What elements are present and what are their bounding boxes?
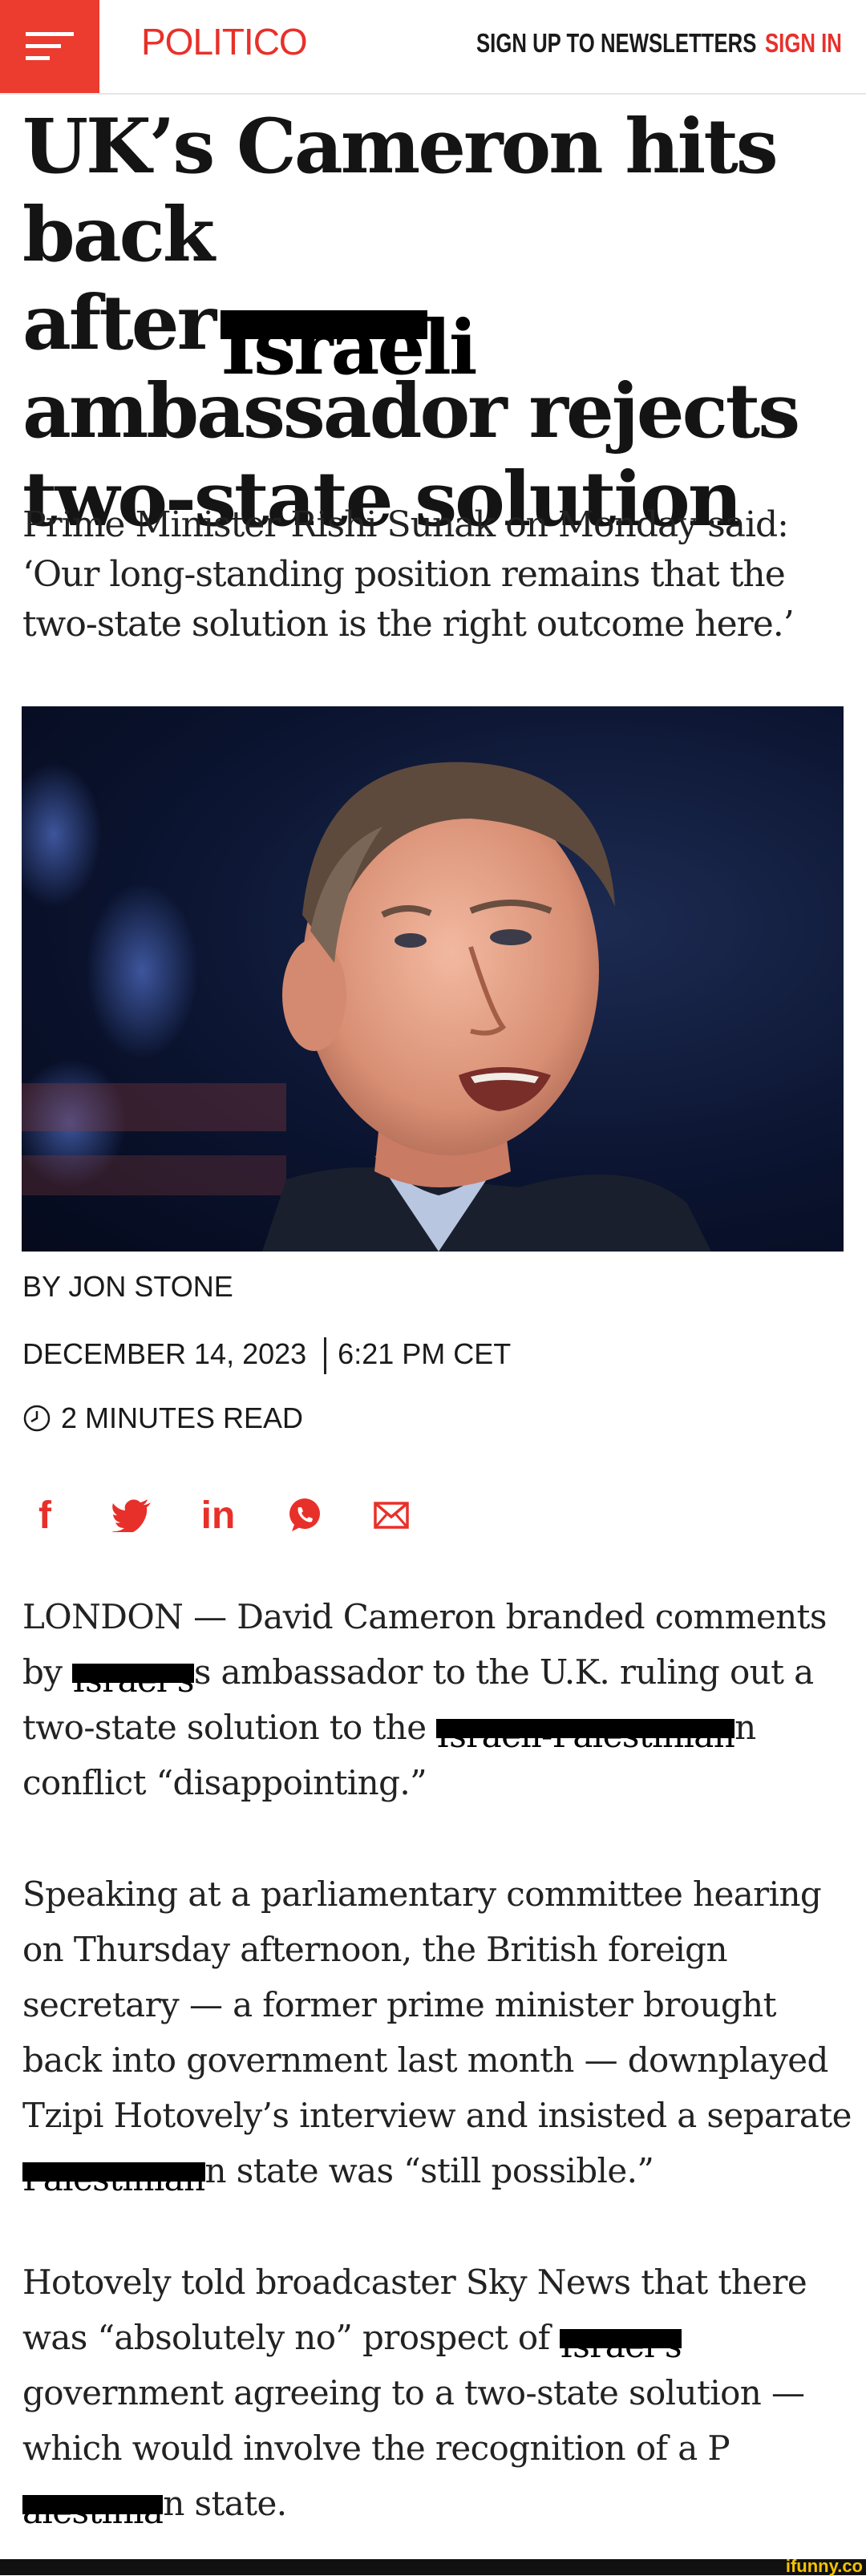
- read-time: 2 MINUTES READ: [22, 1401, 303, 1435]
- menu-button[interactable]: [0, 0, 99, 93]
- p3-text-c: n state.: [163, 2484, 287, 2523]
- p3-text-a: Hotovely told broadcaster Sky News that …: [22, 2263, 807, 2357]
- bottom-strip: [0, 2559, 866, 2575]
- headline-redaction: Israeli: [221, 303, 478, 392]
- portrait-illustration: [22, 762, 711, 1252]
- p2-text-a: Speaking at a parliamentary committee he…: [22, 1874, 852, 2135]
- article-paragraph-2: Speaking at a parliamentary committee he…: [22, 1866, 856, 2198]
- headline-line-1: UK’s Cameron hits back: [22, 103, 779, 279]
- article-paragraph-1: LONDON — David Cameron branded comments …: [22, 1589, 856, 1810]
- article-paragraph-3: Hotovely told broadcaster Sky News that …: [22, 2255, 856, 2531]
- date-divider: [324, 1337, 327, 1375]
- site-header: POLITICO SIGN UP TO NEWSLETTERS SIGN IN: [0, 0, 866, 95]
- whatsapp-icon[interactable]: [282, 1493, 327, 1538]
- article-headline: UK’s Cameron hits back afterIsraeli amba…: [22, 103, 848, 544]
- politico-logo[interactable]: POLITICO: [141, 18, 308, 66]
- clock-icon: [23, 1405, 51, 1432]
- redaction-israeli-palestinian: Israeli-Palestinian: [436, 1716, 735, 1755]
- redaction-israel: Israel’s: [72, 1660, 194, 1700]
- redaction-palestinian-2: alestinia: [22, 2492, 164, 2531]
- share-bar: f in: [22, 1493, 414, 1538]
- publish-dateline: DECEMBER 14, 2023 6:21 PM CET: [22, 1337, 512, 1375]
- ifunny-watermark: ifunny.co: [785, 2556, 863, 2576]
- redaction-israels: Israel’s: [560, 2326, 682, 2365]
- article-dek: Prime Minister Rishi Sunak on Monday sai…: [22, 504, 795, 645]
- email-icon[interactable]: [369, 1493, 414, 1538]
- headline-line-2: after: [22, 279, 216, 367]
- linkedin-icon[interactable]: in: [196, 1493, 241, 1538]
- redaction-palestinian: Palestinian: [22, 2159, 205, 2198]
- facebook-icon[interactable]: f: [22, 1493, 67, 1538]
- article-photo: [22, 706, 844, 1252]
- newsletter-signup-link[interactable]: SIGN UP TO NEWSLETTERS: [476, 24, 756, 63]
- sign-in-link[interactable]: SIGN IN: [765, 24, 842, 63]
- hamburger-icon: [26, 32, 74, 60]
- publish-date: DECEMBER 14, 2023: [22, 1337, 307, 1370]
- p2-text-b: n state was “still possible.”: [204, 2151, 654, 2190]
- byline: BY JON STONE: [22, 1270, 233, 1303]
- publish-time: 6:21 PM CET: [338, 1337, 512, 1370]
- twitter-icon[interactable]: [109, 1493, 154, 1538]
- read-time-label: 2 MINUTES READ: [61, 1401, 304, 1434]
- p3-text-b: government agreeing to a two-state solut…: [22, 2373, 805, 2468]
